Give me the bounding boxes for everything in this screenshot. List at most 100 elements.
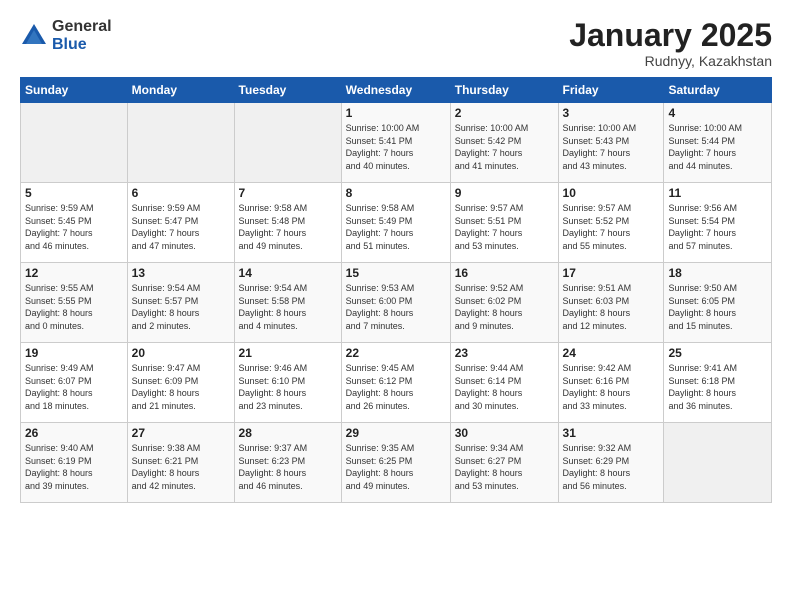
logo: General Blue	[20, 18, 112, 53]
day-info: Sunrise: 9:51 AM Sunset: 6:03 PM Dayligh…	[563, 282, 660, 332]
calendar-week-4: 26 Sunrise: 9:40 AM Sunset: 6:19 PM Dayli…	[21, 423, 772, 503]
day-number: 14	[239, 266, 337, 280]
day-info: Sunrise: 9:55 AM Sunset: 5:55 PM Dayligh…	[25, 282, 123, 332]
calendar-cell: 10 Sunrise: 9:57 AM Sunset: 5:52 PM Dayli…	[558, 183, 664, 263]
header-saturday: Saturday	[664, 78, 772, 103]
calendar-cell: 2 Sunrise: 10:00 AM Sunset: 5:42 PM Dayli…	[450, 103, 558, 183]
day-number: 28	[239, 426, 337, 440]
day-number: 22	[346, 346, 446, 360]
day-number: 10	[563, 186, 660, 200]
calendar-cell	[664, 423, 772, 503]
calendar-cell: 5 Sunrise: 9:59 AM Sunset: 5:45 PM Daylig…	[21, 183, 128, 263]
calendar-location: Rudnyy, Kazakhstan	[569, 53, 772, 69]
calendar-cell: 8Sunrise: 9:58 AM Sunset: 5:49 PM Daylig…	[341, 183, 450, 263]
day-info: Sunrise: 9:37 AM Sunset: 6:23 PM Dayligh…	[239, 442, 337, 492]
calendar-cell: 7 Sunrise: 9:58 AM Sunset: 5:48 PM Daylig…	[234, 183, 341, 263]
day-info: Sunrise: 10:00 AM Sunset: 5:41 PM Daylig…	[346, 122, 446, 172]
day-info: Sunrise: 9:42 AM Sunset: 6:16 PM Dayligh…	[563, 362, 660, 412]
calendar-cell: 25Sunrise: 9:41 AM Sunset: 6:18 PM Dayli…	[664, 343, 772, 423]
day-number: 2	[455, 106, 554, 120]
calendar-cell: 29 Sunrise: 9:35 AM Sunset: 6:25 PM Dayli…	[341, 423, 450, 503]
day-info: Sunrise: 9:44 AM Sunset: 6:14 PM Dayligh…	[455, 362, 554, 412]
day-info: Sunrise: 9:49 AM Sunset: 6:07 PM Dayligh…	[25, 362, 123, 412]
day-info: Sunrise: 9:59 AM Sunset: 5:45 PM Dayligh…	[25, 202, 123, 252]
calendar-cell: 14 Sunrise: 9:54 AM Sunset: 5:58 PM Dayli…	[234, 263, 341, 343]
day-info: Sunrise: 9:59 AM Sunset: 5:47 PM Dayligh…	[132, 202, 230, 252]
calendar-body: 1 Sunrise: 10:00 AM Sunset: 5:41 PM Dayli…	[21, 103, 772, 503]
calendar-cell: 23 Sunrise: 9:44 AM Sunset: 6:14 PM Dayli…	[450, 343, 558, 423]
day-info: Sunrise: 10:00 AM Sunset: 5:42 PM Daylig…	[455, 122, 554, 172]
day-info: Sunrise: 9:46 AM Sunset: 6:10 PM Dayligh…	[239, 362, 337, 412]
logo-blue-text: Blue	[52, 36, 112, 54]
day-number: 8	[346, 186, 446, 200]
calendar-cell: 3 Sunrise: 10:00 AM Sunset: 5:43 PM Dayli…	[558, 103, 664, 183]
day-info: Sunrise: 9:54 AM Sunset: 5:58 PM Dayligh…	[239, 282, 337, 332]
day-info: Sunrise: 9:47 AM Sunset: 6:09 PM Dayligh…	[132, 362, 230, 412]
calendar-cell: 6Sunrise: 9:59 AM Sunset: 5:47 PM Daylig…	[127, 183, 234, 263]
day-number: 4	[668, 106, 767, 120]
day-info: Sunrise: 10:00 AM Sunset: 5:43 PM Daylig…	[563, 122, 660, 172]
calendar-cell: 15 Sunrise: 9:53 AM Sunset: 6:00 PM Dayli…	[341, 263, 450, 343]
day-number: 29	[346, 426, 446, 440]
calendar-cell	[127, 103, 234, 183]
logo-text: General Blue	[52, 18, 112, 53]
calendar-table: Sunday Monday Tuesday Wednesday Thursday…	[20, 77, 772, 503]
day-number: 23	[455, 346, 554, 360]
day-number: 15	[346, 266, 446, 280]
header-sunday: Sunday	[21, 78, 128, 103]
day-info: Sunrise: 9:38 AM Sunset: 6:21 PM Dayligh…	[132, 442, 230, 492]
day-number: 3	[563, 106, 660, 120]
day-info: Sunrise: 9:57 AM Sunset: 5:52 PM Dayligh…	[563, 202, 660, 252]
calendar-cell: 1 Sunrise: 10:00 AM Sunset: 5:41 PM Dayli…	[341, 103, 450, 183]
days-header-row: Sunday Monday Tuesday Wednesday Thursday…	[21, 78, 772, 103]
day-info: Sunrise: 9:35 AM Sunset: 6:25 PM Dayligh…	[346, 442, 446, 492]
day-number: 19	[25, 346, 123, 360]
day-info: Sunrise: 10:00 AM Sunset: 5:44 PM Daylig…	[668, 122, 767, 172]
logo-icon	[20, 22, 48, 50]
calendar-week-0: 1 Sunrise: 10:00 AM Sunset: 5:41 PM Dayli…	[21, 103, 772, 183]
day-number: 11	[668, 186, 767, 200]
day-number: 31	[563, 426, 660, 440]
calendar-cell: 26 Sunrise: 9:40 AM Sunset: 6:19 PM Dayli…	[21, 423, 128, 503]
calendar-week-2: 12Sunrise: 9:55 AM Sunset: 5:55 PM Dayli…	[21, 263, 772, 343]
day-number: 13	[132, 266, 230, 280]
day-number: 27	[132, 426, 230, 440]
calendar-cell	[21, 103, 128, 183]
day-number: 1	[346, 106, 446, 120]
calendar-cell	[234, 103, 341, 183]
calendar-cell: 16Sunrise: 9:52 AM Sunset: 6:02 PM Dayli…	[450, 263, 558, 343]
calendar-week-1: 5 Sunrise: 9:59 AM Sunset: 5:45 PM Daylig…	[21, 183, 772, 263]
header-wednesday: Wednesday	[341, 78, 450, 103]
day-number: 9	[455, 186, 554, 200]
day-info: Sunrise: 9:58 AM Sunset: 5:48 PM Dayligh…	[239, 202, 337, 252]
calendar-week-3: 19 Sunrise: 9:49 AM Sunset: 6:07 PM Dayli…	[21, 343, 772, 423]
day-info: Sunrise: 9:50 AM Sunset: 6:05 PM Dayligh…	[668, 282, 767, 332]
calendar-cell: 31 Sunrise: 9:32 AM Sunset: 6:29 PM Dayli…	[558, 423, 664, 503]
day-info: Sunrise: 9:45 AM Sunset: 6:12 PM Dayligh…	[346, 362, 446, 412]
calendar-cell: 21 Sunrise: 9:46 AM Sunset: 6:10 PM Dayli…	[234, 343, 341, 423]
calendar-cell: 24 Sunrise: 9:42 AM Sunset: 6:16 PM Dayli…	[558, 343, 664, 423]
calendar-cell: 19 Sunrise: 9:49 AM Sunset: 6:07 PM Dayli…	[21, 343, 128, 423]
day-number: 18	[668, 266, 767, 280]
day-info: Sunrise: 9:32 AM Sunset: 6:29 PM Dayligh…	[563, 442, 660, 492]
calendar-cell: 13 Sunrise: 9:54 AM Sunset: 5:57 PM Dayli…	[127, 263, 234, 343]
day-info: Sunrise: 9:53 AM Sunset: 6:00 PM Dayligh…	[346, 282, 446, 332]
calendar-cell: 11Sunrise: 9:56 AM Sunset: 5:54 PM Dayli…	[664, 183, 772, 263]
day-number: 30	[455, 426, 554, 440]
header-monday: Monday	[127, 78, 234, 103]
calendar-cell: 20Sunrise: 9:47 AM Sunset: 6:09 PM Dayli…	[127, 343, 234, 423]
header-tuesday: Tuesday	[234, 78, 341, 103]
day-number: 21	[239, 346, 337, 360]
day-number: 24	[563, 346, 660, 360]
page: General Blue January 2025 Rudnyy, Kazakh…	[0, 0, 792, 612]
header-thursday: Thursday	[450, 78, 558, 103]
calendar-cell: 22 Sunrise: 9:45 AM Sunset: 6:12 PM Dayli…	[341, 343, 450, 423]
calendar-title: January 2025	[569, 18, 772, 53]
day-number: 7	[239, 186, 337, 200]
day-number: 5	[25, 186, 123, 200]
day-info: Sunrise: 9:40 AM Sunset: 6:19 PM Dayligh…	[25, 442, 123, 492]
calendar-cell: 27 Sunrise: 9:38 AM Sunset: 6:21 PM Dayli…	[127, 423, 234, 503]
day-number: 26	[25, 426, 123, 440]
calendar-cell: 17Sunrise: 9:51 AM Sunset: 6:03 PM Dayli…	[558, 263, 664, 343]
day-info: Sunrise: 9:54 AM Sunset: 5:57 PM Dayligh…	[132, 282, 230, 332]
